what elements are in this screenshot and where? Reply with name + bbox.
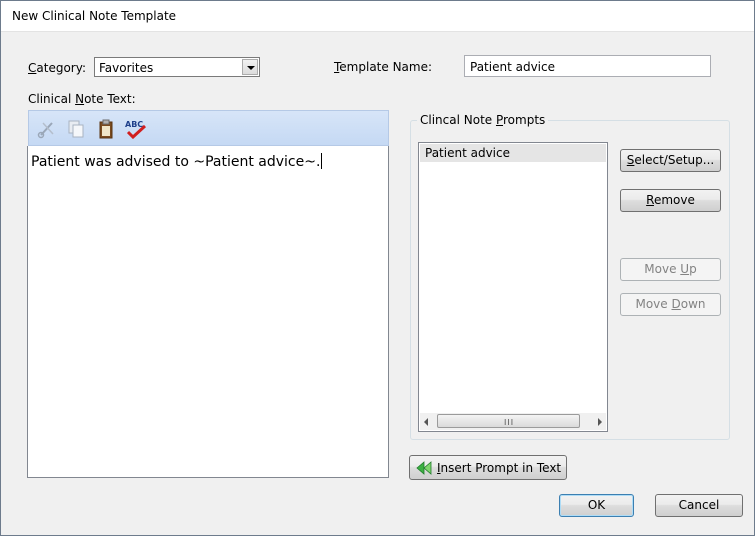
- template-name-value: Patient advice: [470, 60, 555, 74]
- chevron-down-icon[interactable]: [242, 59, 258, 75]
- horizontal-scrollbar[interactable]: III: [420, 413, 606, 430]
- template-name-label: Template Name:: [334, 60, 433, 74]
- paste-icon[interactable]: [96, 119, 116, 139]
- cancel-button[interactable]: Cancel: [655, 494, 743, 517]
- list-item-label: Patient advice: [425, 146, 510, 160]
- insert-arrow-icon: [416, 461, 432, 475]
- note-text-content: Patient was advised to ~Patient advice~.: [31, 153, 323, 170]
- note-text-area[interactable]: Patient was advised to ~Patient advice~.: [27, 146, 389, 478]
- prompts-list[interactable]: Patient advice III: [418, 142, 608, 432]
- window-title: New Clinical Note Template: [12, 9, 177, 23]
- text-caret: [321, 153, 323, 169]
- remove-button[interactable]: Remove: [620, 189, 721, 212]
- cut-icon[interactable]: [37, 119, 57, 139]
- select-setup-button[interactable]: Select/Setup...: [620, 149, 721, 172]
- category-dropdown[interactable]: Favorites: [94, 57, 260, 77]
- list-item[interactable]: Patient advice: [420, 144, 606, 162]
- move-up-button[interactable]: Move Up: [620, 258, 721, 281]
- template-name-field[interactable]: Patient advice: [464, 55, 711, 77]
- editor-toolbar: ABC: [28, 110, 389, 146]
- category-value: Favorites: [99, 61, 154, 75]
- ok-button[interactable]: OK: [559, 494, 634, 517]
- copy-icon[interactable]: [66, 119, 86, 139]
- scroll-thumb[interactable]: III: [437, 414, 580, 428]
- dialog-window: New Clinical Note Template Category: Fav…: [0, 0, 755, 536]
- svg-text:ABC: ABC: [125, 120, 143, 129]
- scroll-right-icon[interactable]: [598, 418, 602, 426]
- prompts-group-label: Clincal Note Prompts: [417, 113, 549, 127]
- scroll-grip: III: [504, 418, 515, 427]
- spellcheck-icon[interactable]: ABC: [124, 119, 148, 139]
- note-text-label: Clinical Note Text:: [28, 92, 136, 106]
- move-down-button[interactable]: Move Down: [620, 293, 721, 316]
- category-label: Category:: [28, 61, 86, 75]
- title-bar: New Clinical Note Template: [1, 1, 754, 32]
- insert-prompt-button[interactable]: Insert Prompt in Text: [409, 455, 567, 480]
- scroll-left-icon[interactable]: [424, 418, 428, 426]
